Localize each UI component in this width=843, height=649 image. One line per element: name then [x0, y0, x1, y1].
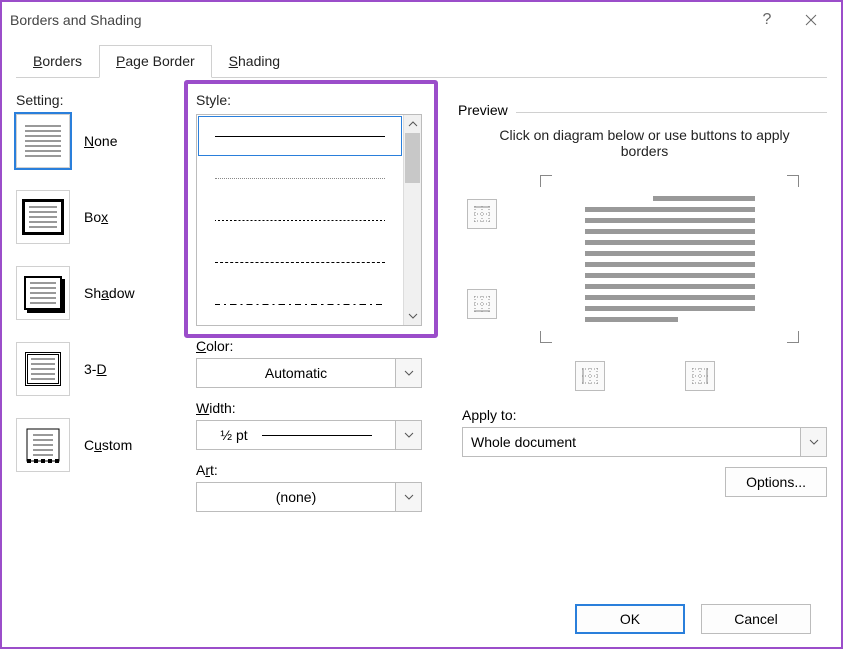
art-value: (none): [276, 489, 316, 505]
setting-custom-icon: [16, 418, 70, 472]
border-right-button[interactable]: [685, 361, 715, 391]
setting-none-icon: [16, 114, 70, 168]
titlebar: Borders and Shading ?: [2, 2, 841, 38]
style-dash-dot[interactable]: [197, 283, 403, 325]
width-preview-line: [262, 435, 372, 436]
style-solid[interactable]: [198, 116, 402, 156]
setting-shadow[interactable]: Shadow: [16, 266, 186, 320]
options-button[interactable]: Options...: [725, 467, 827, 497]
chevron-down-icon[interactable]: [395, 483, 421, 511]
style-scrollbar[interactable]: [403, 115, 421, 325]
setting-custom[interactable]: Custom: [16, 418, 186, 472]
chevron-down-icon[interactable]: [395, 421, 421, 449]
apply-to-value: Whole document: [463, 434, 800, 450]
width-combo[interactable]: ½ pt: [196, 420, 422, 450]
scroll-down-icon[interactable]: [404, 307, 421, 325]
color-combo[interactable]: Automatic: [196, 358, 422, 388]
apply-to-combo[interactable]: Whole document: [462, 427, 827, 457]
style-hairline[interactable]: [197, 157, 403, 199]
preview-hint: Click on diagram below or use buttons to…: [462, 121, 827, 169]
color-value: Automatic: [265, 365, 327, 381]
window-title: Borders and Shading: [10, 12, 142, 28]
style-list[interactable]: [196, 114, 422, 326]
setting-box[interactable]: Box: [16, 190, 186, 244]
ok-button[interactable]: OK: [575, 604, 685, 634]
cancel-button[interactable]: Cancel: [701, 604, 811, 634]
setting-none[interactable]: None: [16, 114, 186, 168]
style-dash[interactable]: [197, 241, 403, 283]
tab-bar: Borders Page Border Shading: [16, 44, 827, 78]
setting-label: Setting:: [16, 92, 186, 108]
scroll-thumb[interactable]: [405, 133, 420, 183]
chevron-down-icon[interactable]: [800, 428, 826, 456]
border-left-button[interactable]: [575, 361, 605, 391]
border-top-button[interactable]: [467, 199, 497, 229]
chevron-down-icon[interactable]: [395, 359, 421, 387]
setting-3d[interactable]: 3-D: [16, 342, 186, 396]
setting-3d-icon: [16, 342, 70, 396]
preview-diagram[interactable]: [512, 169, 827, 349]
tab-borders[interactable]: Borders: [16, 45, 99, 77]
close-button[interactable]: [789, 4, 833, 36]
preview-legend: Preview: [458, 102, 516, 118]
art-combo[interactable]: (none): [196, 482, 422, 512]
dialog-footer: OK Cancel: [16, 591, 827, 647]
tab-page-border[interactable]: Page Border: [99, 45, 212, 78]
scroll-up-icon[interactable]: [404, 115, 421, 133]
setting-shadow-icon: [16, 266, 70, 320]
width-value: ½ pt: [220, 427, 247, 443]
tab-shading[interactable]: Shading: [212, 45, 297, 77]
borders-shading-dialog: Borders and Shading ? Borders Page Borde…: [0, 0, 843, 649]
style-fine-dash[interactable]: [197, 199, 403, 241]
preview-page-icon: [585, 196, 755, 322]
help-button[interactable]: ?: [745, 4, 789, 36]
setting-box-icon: [16, 190, 70, 244]
border-bottom-button[interactable]: [467, 289, 497, 319]
